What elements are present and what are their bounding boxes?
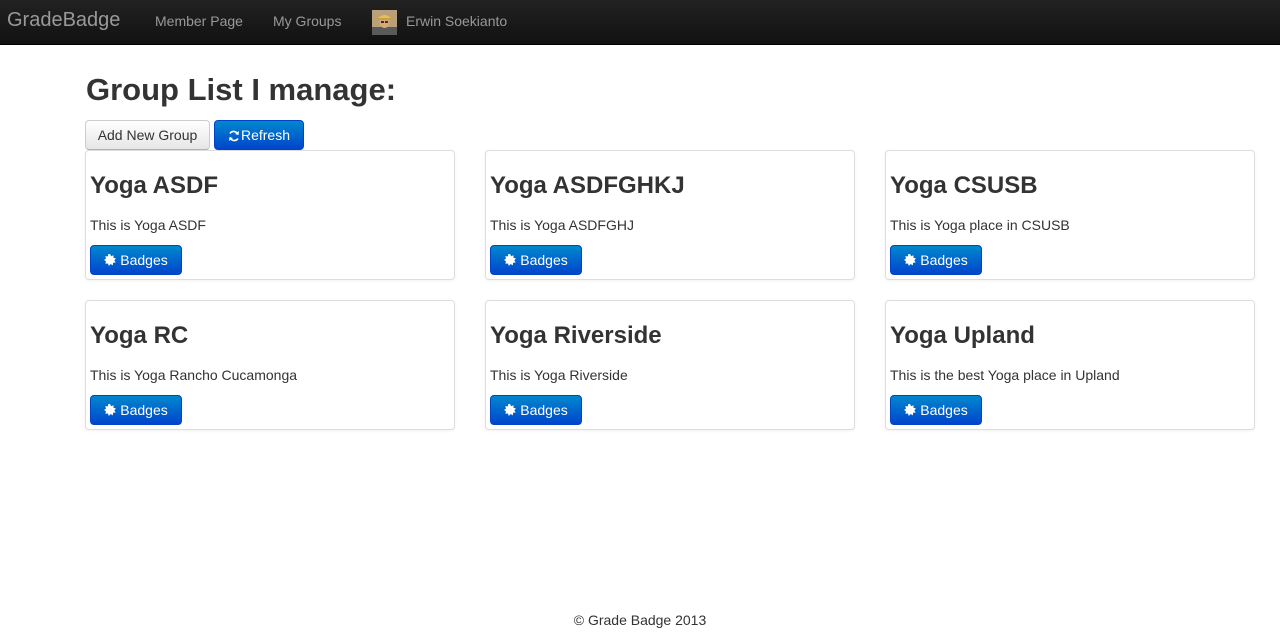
group-title: Yoga Upland xyxy=(890,322,1035,349)
certificate-icon xyxy=(104,247,117,275)
badges-button[interactable]: Badges xyxy=(890,245,982,275)
footer-copyright: © Grade Badge 2013 xyxy=(573,612,707,628)
add-new-group-button[interactable]: Add New Group xyxy=(85,120,210,150)
group-card: Yoga ASDFGHKJ This is Yoga ASDFGHJ Badge… xyxy=(485,150,855,280)
badges-button[interactable]: Badges xyxy=(490,245,582,275)
group-card: Yoga ASDF This is Yoga ASDF Badges xyxy=(85,150,455,280)
group-card: Yoga Upland This is the best Yoga place … xyxy=(885,300,1255,430)
badges-label: Badges xyxy=(520,252,568,268)
badges-button[interactable]: Badges xyxy=(90,245,182,275)
certificate-icon xyxy=(904,247,917,275)
group-card: Yoga CSUSB This is Yoga place in CSUSB B… xyxy=(885,150,1255,280)
certificate-icon xyxy=(904,397,917,425)
badges-label: Badges xyxy=(120,402,168,418)
group-description: This is Yoga Rancho Cucamonga xyxy=(90,367,298,383)
group-card: Yoga Riverside This is Yoga Riverside Ba… xyxy=(485,300,855,430)
brand-link[interactable]: GradeBadge xyxy=(7,9,120,31)
group-title: Yoga RC xyxy=(90,322,189,349)
certificate-icon xyxy=(104,397,117,425)
badges-button[interactable]: Badges xyxy=(90,395,182,425)
page-title: Group List I manage: xyxy=(86,72,397,107)
group-description: This is the best Yoga place in Upland xyxy=(890,367,1120,383)
group-title: Yoga ASDF xyxy=(90,172,219,199)
group-description: This is Yoga place in CSUSB xyxy=(890,217,1070,233)
group-card: Yoga RC This is Yoga Rancho Cucamonga Ba… xyxy=(85,300,455,430)
group-description: This is Yoga ASDF xyxy=(90,217,206,233)
nav-my-groups[interactable]: My Groups xyxy=(273,12,341,30)
navbar: GradeBadge Member Page My Groups Erwin S… xyxy=(0,0,1280,45)
certificate-icon xyxy=(504,247,517,275)
group-title: Yoga Riverside xyxy=(490,322,662,349)
badges-label: Badges xyxy=(920,402,968,418)
certificate-icon xyxy=(504,397,517,425)
badges-label: Badges xyxy=(920,252,968,268)
nav-member-page[interactable]: Member Page xyxy=(155,12,243,30)
badges-button[interactable]: Badges xyxy=(890,395,982,425)
avatar xyxy=(372,10,397,35)
group-description: This is Yoga Riverside xyxy=(490,367,628,383)
refresh-label: Refresh xyxy=(240,127,291,143)
badges-button[interactable]: Badges xyxy=(490,395,582,425)
badges-label: Badges xyxy=(120,252,168,268)
refresh-button[interactable]: Refresh xyxy=(214,120,304,150)
badges-label: Badges xyxy=(520,402,568,418)
group-description: This is Yoga ASDFGHJ xyxy=(490,217,634,233)
group-title: Yoga ASDFGHKJ xyxy=(490,172,685,199)
refresh-icon xyxy=(228,123,240,151)
user-name: Erwin Soekianto xyxy=(406,13,508,29)
group-title: Yoga CSUSB xyxy=(890,172,1038,199)
